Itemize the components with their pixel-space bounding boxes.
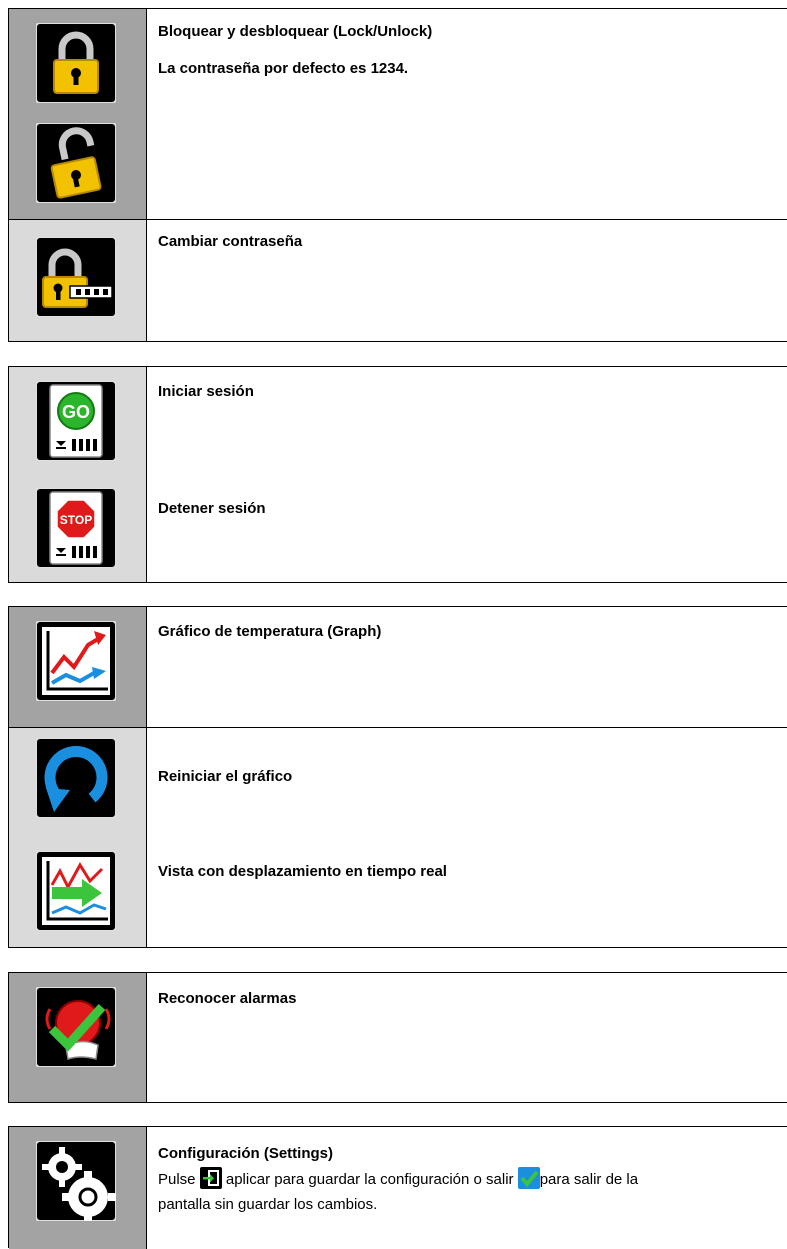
graph-table: Gráfico de temperatura (Graph) Reiniciar… [8, 606, 787, 948]
start-session-label: Iniciar sesión [158, 383, 254, 400]
alarm-table: Reconocer alarmas [8, 972, 787, 1103]
settings-table: Configuración (Settings) Pulse aplicar p… [8, 1126, 787, 1249]
change-password-label: Cambiar contraseña [158, 233, 303, 250]
settings-title: Configuración (Settings) [158, 1145, 333, 1162]
scroll-view-icon [36, 851, 116, 931]
default-password-note: La contraseña por defecto es 1234. [158, 60, 409, 77]
reset-graph-label: Reiniciar el gráfico [158, 768, 293, 785]
lock-table: Bloquear y desbloquear (Lock/Unlock) La … [8, 8, 787, 342]
temperature-graph-icon [36, 621, 116, 701]
go-session-icon: GO [36, 381, 116, 461]
apply-exit-icon [199, 1167, 222, 1189]
stop-session-icon: STOP [36, 488, 116, 568]
lock-open-icon [36, 123, 116, 203]
acknowledge-alarm-icon [36, 987, 116, 1067]
settings-description: Pulse aplicar para guardar la configurac… [158, 1167, 758, 1217]
reset-graph-icon [36, 738, 116, 818]
graph-title: Gráfico de temperatura (Graph) [158, 623, 382, 640]
desc-press: Pulse [158, 1171, 196, 1188]
acknowledge-alarms-label: Reconocer alarmas [158, 990, 297, 1007]
lock-closed-icon [36, 23, 116, 103]
desc-exit: para salir de la [539, 1171, 639, 1188]
checkmark-icon [517, 1167, 540, 1189]
settings-gears-icon [36, 1141, 116, 1221]
desc-apply: aplicar para guardar la configuración o … [225, 1171, 514, 1188]
lock-unlock-title: Bloquear y desbloquear (Lock/Unlock) [158, 23, 433, 40]
svg-text:STOP: STOP [60, 513, 92, 527]
stop-session-label: Detener sesión [158, 500, 266, 517]
session-table: GO STOP Iniciar sesión Detener sesión [8, 366, 787, 583]
scroll-view-label: Vista con desplazamiento en tiempo real [158, 863, 447, 880]
lock-password-icon [36, 237, 116, 317]
svg-text:GO: GO [62, 402, 90, 422]
desc-screen: pantalla sin guardar los cambios. [158, 1196, 378, 1213]
